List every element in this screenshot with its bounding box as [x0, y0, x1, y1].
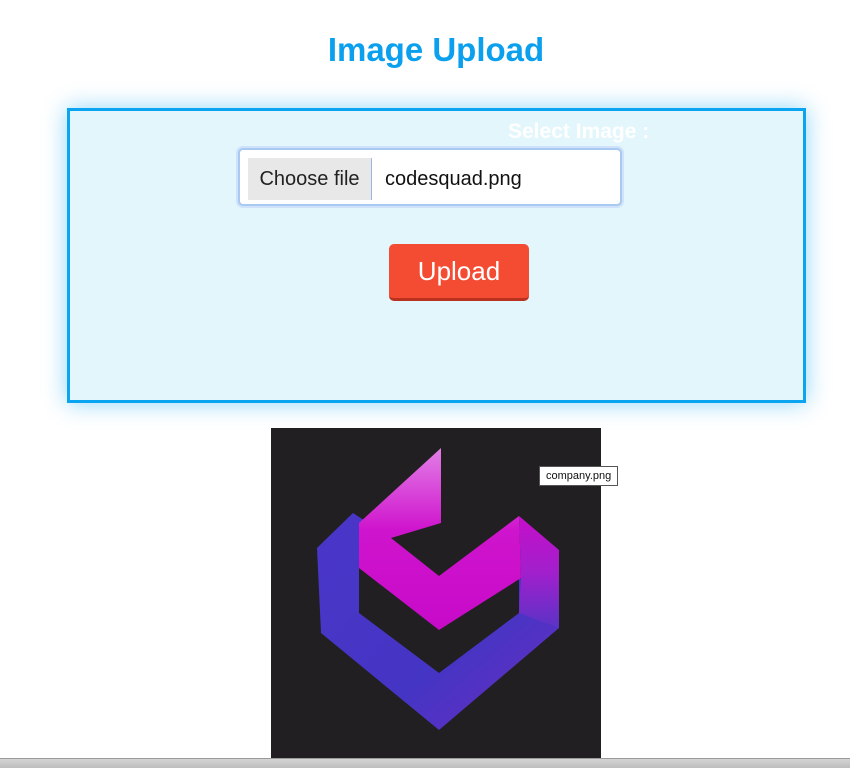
window-bottom-bar: [0, 758, 850, 768]
upload-form-panel: Select Image : Choose file codesquad.png…: [67, 108, 806, 403]
choose-file-button[interactable]: Choose file: [248, 158, 372, 200]
upload-button[interactable]: Upload: [389, 244, 529, 301]
select-image-label: Select Image :: [508, 120, 650, 143]
image-tooltip: company.png: [539, 466, 619, 486]
selected-file-name: codesquad.png: [385, 168, 522, 190]
file-input[interactable]: Choose file codesquad.png: [238, 148, 622, 206]
page-title: Image Upload: [327, 31, 545, 68]
